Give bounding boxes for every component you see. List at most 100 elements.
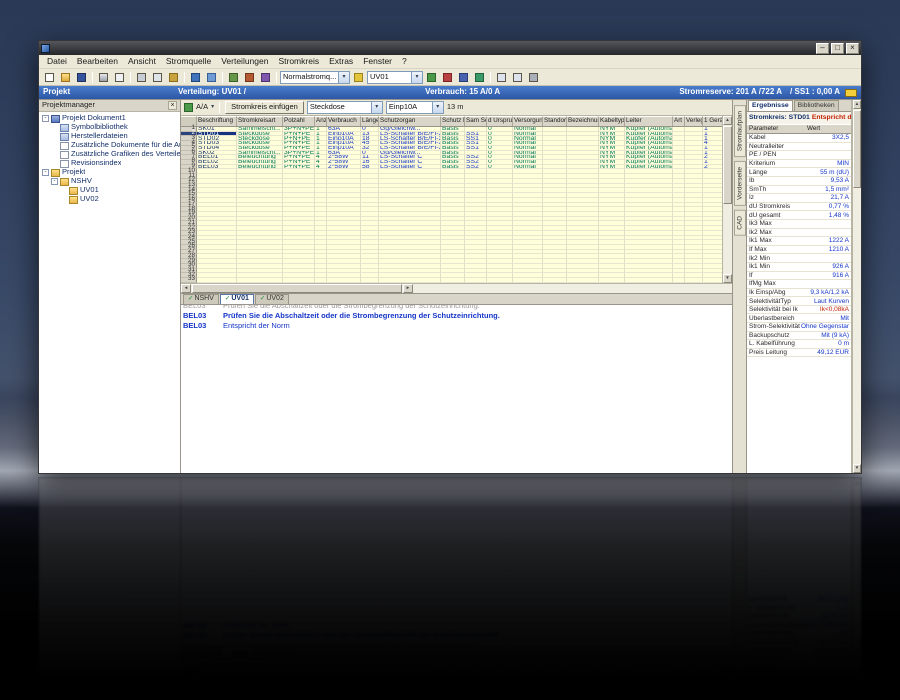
column-header-bezeichnung[interactable]: Bezeichnung — [567, 116, 599, 126]
message-row[interactable]: BEL03 Prüfen Sie die Abschaltzeit oder di… — [183, 311, 730, 321]
horizontal-scrollbar[interactable]: ◄ ► — [181, 282, 732, 293]
chevron-down-icon[interactable]: ▾ — [411, 71, 422, 83]
result-row[interactable]: If Max 1210 A — [747, 246, 851, 255]
open-project-icon[interactable] — [58, 70, 73, 84]
insert-circuit-button[interactable]: Stromkreis einfügen — [225, 101, 304, 114]
scroll-down-icon[interactable]: ▼ — [853, 464, 861, 473]
tree-node-uv02[interactable]: UV02 — [39, 195, 180, 204]
scroll-up-icon[interactable]: ▲ — [853, 100, 861, 109]
result-row[interactable]: dU Stromkreis 0,77 % — [747, 203, 851, 212]
result-row[interactable]: Selektivität bei Ik Ik<0,08kA — [747, 306, 851, 315]
results-tab-ergebnisse[interactable]: Ergebnisse — [748, 100, 793, 111]
close-button[interactable]: × — [846, 42, 859, 54]
chevron-down-icon[interactable]: ▾ — [431, 102, 443, 113]
scroll-down-icon[interactable]: ▼ — [723, 273, 732, 283]
tree-node-revisionsindex[interactable]: Revisionsindex — [39, 159, 180, 168]
table-view-icon[interactable] — [226, 70, 241, 84]
paste-icon[interactable] — [166, 70, 181, 84]
print-report-icon[interactable] — [526, 70, 541, 84]
result-row[interactable]: Ik2 Min — [747, 254, 851, 263]
scrollbar-thumb[interactable] — [192, 283, 402, 293]
column-header-standort[interactable]: Standort — [543, 116, 567, 126]
result-row[interactable]: Iz 21,7 A — [747, 194, 851, 203]
chevron-down-icon[interactable]: ▾ — [211, 104, 214, 111]
tree-node-symbolbibliothek[interactable]: Symbolbibliothek — [39, 123, 180, 132]
add-distribution-icon[interactable] — [424, 70, 439, 84]
results-scrollbar[interactable]: ▲ ▼ — [852, 100, 861, 473]
check-norm-icon[interactable] — [472, 70, 487, 84]
minimize-button[interactable]: – — [816, 42, 829, 54]
result-row[interactable]: If 916 A — [747, 272, 851, 281]
result-row[interactable]: Kabel 3X2,5 — [747, 134, 851, 143]
menu-item-bearbeiten[interactable]: Bearbeiten — [72, 56, 123, 67]
result-row[interactable]: Ik Einsp/Abg 9,3 kA/1,2 kA — [747, 289, 851, 298]
column-header-stromkreisart[interactable]: Stromkreisart — [237, 116, 283, 126]
phase-label[interactable]: A/A — [196, 103, 208, 112]
result-row[interactable]: PE / PEN — [747, 151, 851, 160]
undo-icon[interactable] — [188, 70, 203, 84]
column-header-versorgung[interactable]: Versorgung — [513, 116, 543, 126]
menu-item-ansicht[interactable]: Ansicht — [123, 56, 161, 67]
scrollbar-thumb[interactable] — [853, 110, 861, 188]
result-row[interactable]: L. Kabelführung 0 m — [747, 340, 851, 349]
save-icon[interactable] — [74, 70, 89, 84]
column-header-schutz-es[interactable]: Schutz ES — [441, 116, 465, 126]
menu-item-stromquelle[interactable]: Stromquelle — [161, 56, 216, 67]
result-row[interactable]: SmTh 1,5 mm² — [747, 186, 851, 195]
chevron-down-icon[interactable]: ▾ — [338, 71, 349, 83]
menu-item-extras[interactable]: Extras — [324, 56, 358, 67]
distribution-combo[interactable]: UV01 ▾ — [367, 70, 423, 84]
column-header-verbrauch[interactable]: Verbrauch — [327, 116, 361, 126]
scroll-right-icon[interactable]: ► — [403, 283, 413, 293]
menu-item-verteilungen[interactable]: Verteilungen — [216, 56, 273, 67]
tree-expander-icon[interactable]: - — [42, 115, 49, 122]
column-header-beschriftung[interactable]: Beschriftung — [197, 116, 237, 126]
result-row[interactable]: Kriterium MIN — [747, 160, 851, 169]
tree-node-zusätzliche-dokumente-für-die-ausgabe[interactable]: Zusätzliche Dokumente für die Ausgabe — [39, 141, 180, 150]
close-panel-icon[interactable]: × — [168, 101, 177, 110]
column-header-verleg[interactable]: Verleg — [685, 116, 703, 126]
side-tab-stromlaufplan[interactable]: Stromlaufplan — [733, 105, 746, 158]
calculate-icon[interactable] — [456, 70, 471, 84]
result-row[interactable]: Überlastbereich Mit — [747, 314, 851, 324]
result-row[interactable]: Neutralleiter — [747, 143, 851, 152]
tree-node-projekt-dokument1[interactable]: - Projekt Dokument1 — [39, 114, 180, 123]
menu-item-stromkreis[interactable]: Stromkreis — [273, 56, 324, 67]
result-row[interactable]: Preis Leitung 49,12 EUR — [747, 349, 851, 358]
tree-expander-icon[interactable]: - — [51, 178, 58, 185]
maximize-button[interactable]: □ — [831, 42, 844, 54]
message-row[interactable]: BEL03 Entspricht der Norm — [183, 321, 730, 331]
delete-distribution-icon[interactable] — [440, 70, 455, 84]
result-row[interactable]: dU gesamt 1,48 % — [747, 211, 851, 220]
result-row[interactable]: Ik1 Max 1222 A — [747, 237, 851, 246]
load-combo[interactable]: Einp10A ▾ — [385, 101, 444, 114]
source-combo[interactable]: Normalstromq... ▾ — [280, 70, 350, 84]
window-titlebar[interactable]: – □ × — [39, 41, 861, 55]
tree-node-nshv[interactable]: - NSHV — [39, 177, 180, 186]
sheet-tab-uv01[interactable]: ✓ UV01 — [219, 293, 254, 304]
result-row[interactable]: IfMg Max — [747, 280, 851, 289]
vertical-scrollbar[interactable]: ▲ ▼ — [722, 116, 732, 283]
circuit-type-combo[interactable]: Steckdose ▾ — [306, 101, 383, 114]
column-header-anz[interactable]: Anz — [315, 116, 327, 126]
tree-node-projekt[interactable]: - Projekt — [39, 168, 180, 177]
column-header-länge[interactable]: Länge — [361, 116, 379, 126]
column-header-kabeltyp[interactable]: Kabeltyp — [599, 116, 625, 126]
result-row[interactable]: Ik3 Max — [747, 220, 851, 229]
result-row[interactable]: Ib 9,53 A — [747, 177, 851, 186]
result-row[interactable]: Strom-Selektivität Ohne Gegenstand — [747, 323, 851, 332]
scrollbar-thumb[interactable] — [723, 126, 732, 204]
tree-node-zusätzliche-grafiken-des-verteilerschaltplan[interactable]: Zusätzliche Grafiken des Verteilerschalt… — [39, 150, 180, 159]
results-tab-bibliotheken[interactable]: Bibliotheken — [793, 100, 839, 111]
scroll-left-icon[interactable]: ◄ — [181, 283, 191, 293]
new-document-icon[interactable] — [42, 70, 57, 84]
diagram-view-icon[interactable] — [242, 70, 257, 84]
tree-node-herstellerdateien[interactable]: Herstellerdateien — [39, 132, 180, 141]
column-header-schutzorgan[interactable]: Schutzorgan — [379, 116, 441, 126]
schematic-view-icon[interactable] — [258, 70, 273, 84]
menu-item-help[interactable]: ? — [397, 56, 412, 67]
chevron-down-icon[interactable]: ▾ — [370, 102, 382, 113]
result-row[interactable]: Länge 55 m (dU) — [747, 168, 851, 177]
tree-node-uv01[interactable]: UV01 — [39, 186, 180, 195]
menu-item-fenster[interactable]: Fenster — [358, 56, 397, 67]
